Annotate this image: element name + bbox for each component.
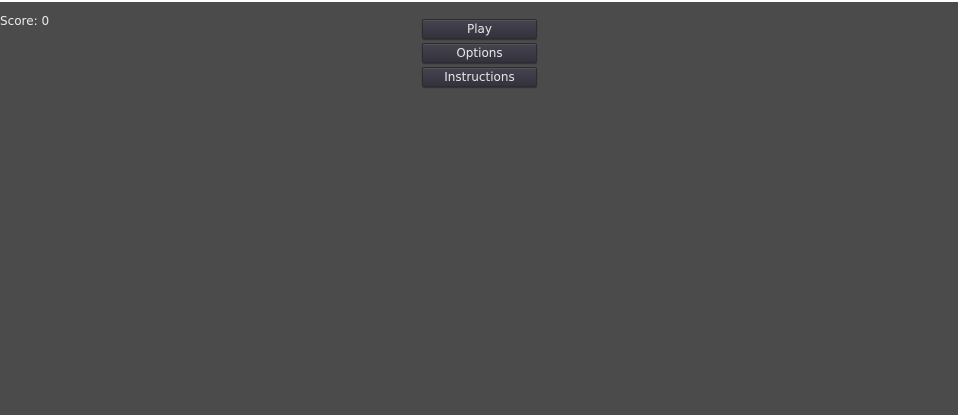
main-menu: Play Options Instructions bbox=[422, 19, 537, 87]
instructions-button[interactable]: Instructions bbox=[422, 67, 537, 87]
game-viewport: Score: 0 Play Options Instructions bbox=[0, 2, 958, 415]
play-button[interactable]: Play bbox=[422, 19, 537, 39]
score-label: Score: 0 bbox=[0, 14, 50, 28]
options-button[interactable]: Options bbox=[422, 43, 537, 63]
